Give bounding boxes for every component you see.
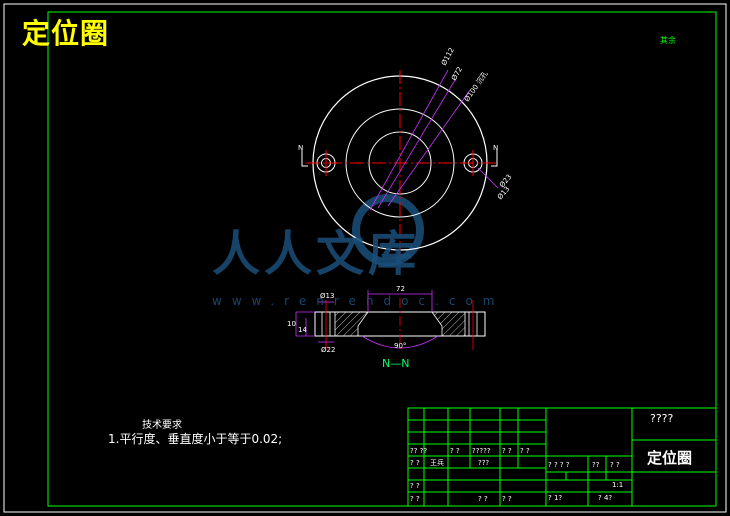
tech-req-item-1: 1.平行度、垂直度小于等于0.02; [108,432,283,446]
dim-d13-side: Ø13 [320,292,335,300]
tb-row3-mid: ? ? [502,495,512,503]
dim-h14: 14 [298,326,307,334]
tb-designer: 王兵 [430,459,444,467]
leader-d23 [477,167,499,189]
drawing-title: 定位圈 [22,17,110,50]
tb-cell-a: ??? [478,459,490,467]
tb-row-label-0: ?? ?? [410,447,428,455]
dim-h10: 10 [287,320,296,328]
tb-row3-left: ? ? [410,459,420,467]
tech-req-heading: 技术要求 [142,420,182,431]
watermark-text: 人人文库 [212,226,421,282]
section-label: N—N [382,357,410,370]
leader-d112 [369,69,449,211]
watermark-url: www.renrendoc.com [212,294,505,308]
tb-row-label-1: ? ? [450,447,460,455]
dim-w72: 72 [396,285,405,293]
section-mark-right-label: N [493,144,499,152]
tb-row-label-3: ? ? [502,447,512,455]
tb-cell-d: ? ? [610,461,620,469]
tb-scale: 1:1 [612,481,624,489]
section-mark-left-label: N [298,144,304,152]
hatch-left [334,311,369,337]
dim-angle: 90° [394,342,407,350]
tb-row-label-4: ? ? [520,447,530,455]
section-mark-left [301,150,308,167]
tb-row4-left: ? ? [410,482,420,490]
hatch-right [431,311,466,337]
drawing-number: ???? [650,412,674,425]
dim-d22: Ø22 [321,346,336,354]
tb-cell-b: ? ? ? ? [548,461,570,469]
section-mark-right [491,150,498,167]
tb-sheet2: ? 4? [598,494,613,502]
tb-cell-c: ?? [592,461,600,469]
part-name: 定位圈 [647,449,693,467]
tb-row-label-2: ????? [472,447,491,455]
tb-cell-e: ? ? [410,495,420,503]
tb-sheet: ? 1? [548,494,563,502]
tb-row4-mid: ? ? [478,495,488,503]
roughness-note: 其余 [660,36,676,45]
